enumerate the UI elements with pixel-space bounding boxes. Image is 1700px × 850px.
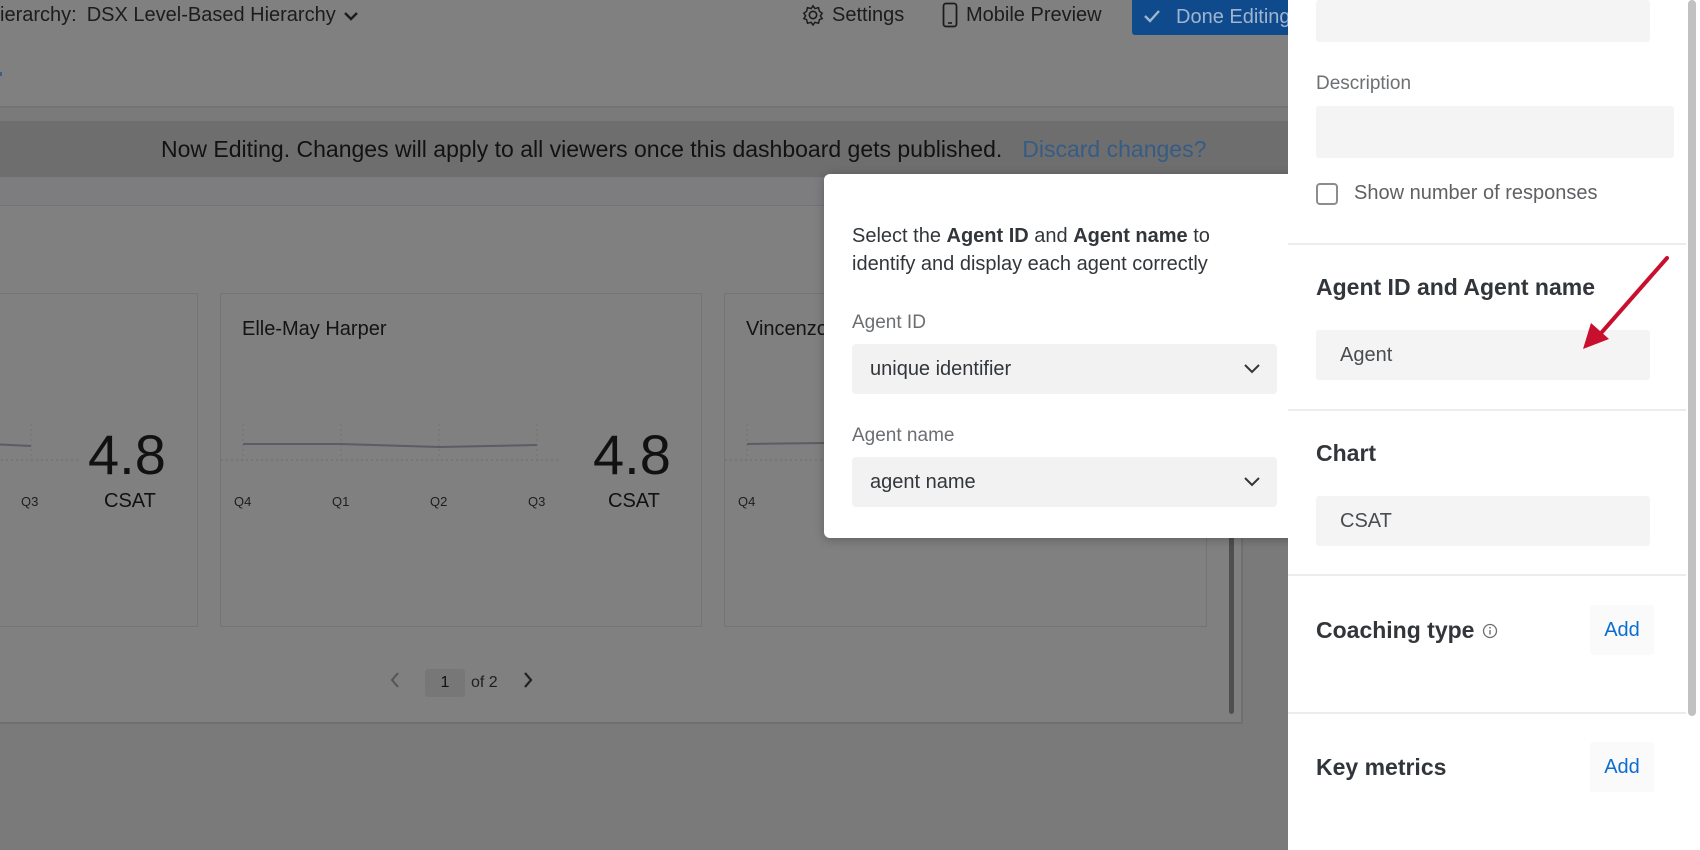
discard-changes-link[interactable]: Discard changes?	[1022, 136, 1206, 163]
sparkline-chart	[725, 424, 825, 461]
mobile-preview-label: Mobile Preview	[966, 3, 1102, 26]
done-editing-label: Done Editing	[1176, 6, 1291, 28]
intro-bold-agent-name: Agent name	[1073, 225, 1188, 247]
agent-id-value: unique identifier	[870, 357, 1012, 380]
key-metrics-title: Key metrics	[1316, 754, 1447, 780]
quarter-label: Q2	[430, 494, 448, 509]
panel-scrollbar[interactable]	[1688, 0, 1696, 716]
quarter-label: Q3	[528, 494, 546, 509]
widget-settings-panel: Description Show number of responses Age…	[1288, 0, 1700, 850]
chevron-right-icon[interactable]	[518, 671, 538, 695]
pagination: 1 of 2	[385, 668, 538, 698]
edit-mode-message: Now Editing. Changes will apply to all v…	[161, 135, 1003, 162]
chart-field-button[interactable]: CSAT	[1316, 496, 1650, 546]
title-input[interactable]	[1316, 0, 1650, 42]
agent-name-select[interactable]: agent name	[852, 457, 1277, 507]
hierarchy-label: ierarchy:	[0, 3, 77, 26]
intro-text: and	[1028, 225, 1074, 247]
intro-bold-agent-id: Agent ID	[946, 225, 1029, 247]
csat-score: 4.8	[593, 423, 671, 486]
gear-icon	[802, 4, 824, 26]
sparkline-chart	[221, 424, 561, 461]
csat-label: CSAT	[608, 490, 660, 512]
dashboard-header: ierarchy: DSX Level-Based Hierarchy Sett…	[0, 0, 1292, 108]
agent-name-label: Agent name	[852, 425, 955, 446]
show-responses-checkbox[interactable]: Show number of responses	[1316, 182, 1597, 205]
description-label: Description	[1316, 73, 1412, 94]
popover-instructions: Select the Agent ID and Agent name to id…	[852, 222, 1272, 278]
info-icon[interactable]	[1482, 618, 1498, 645]
checkmark-icon	[1144, 7, 1168, 28]
mobile-phone-icon	[942, 2, 958, 28]
agent-section-title: Agent ID and Agent name	[1316, 274, 1595, 300]
divider	[1288, 574, 1686, 576]
key-metrics-add-button[interactable]: Add	[1590, 742, 1654, 792]
quarter-label: Q4	[234, 494, 252, 509]
chart-section-title: Chart	[1316, 440, 1377, 466]
chevron-down-icon	[343, 5, 358, 26]
settings-button[interactable]: Settings	[802, 0, 904, 30]
chevron-left-icon[interactable]	[385, 671, 405, 695]
chevron-down-icon	[1243, 471, 1261, 497]
back-link-fragment[interactable]	[0, 72, 4, 76]
done-editing-button[interactable]: Done Editing	[1132, 0, 1292, 35]
agent-card[interactable]: Elle-May Harper Q4 Q1 Q2 Q3 4.8 CSAT	[220, 293, 702, 627]
agent-id-select[interactable]: unique identifier	[852, 344, 1277, 394]
agent-id-label: Agent ID	[852, 312, 926, 333]
settings-label: Settings	[832, 3, 905, 26]
hierarchy-selector[interactable]: ierarchy: DSX Level-Based Hierarchy	[0, 0, 358, 30]
mobile-preview-button[interactable]: Mobile Preview	[942, 0, 1102, 30]
agent-name: Vincenzo	[746, 318, 828, 340]
divider	[1288, 712, 1686, 714]
agent-name-value: agent name	[870, 470, 976, 493]
divider	[1288, 409, 1686, 411]
description-input[interactable]	[1316, 106, 1674, 158]
quarter-label: Q4	[738, 494, 756, 509]
agent-mapping-popover: Select the Agent ID and Agent name to id…	[824, 174, 1319, 538]
coaching-type-label: Coaching type	[1316, 617, 1475, 643]
edit-mode-banner: Now Editing. Changes will apply to all v…	[0, 121, 1288, 177]
coaching-type-title: Coaching type	[1316, 617, 1498, 645]
divider	[1288, 243, 1686, 245]
agent-card[interactable]: Q3 4.8 CSAT	[0, 293, 198, 627]
chevron-down-icon	[1243, 358, 1261, 384]
intro-text: Select the	[852, 225, 947, 247]
quarter-label: Q3	[21, 494, 39, 509]
annotation-arrow-icon	[1583, 256, 1669, 349]
sparkline-chart	[0, 424, 81, 461]
csat-score: 4.8	[88, 423, 166, 486]
show-responses-label: Show number of responses	[1354, 182, 1598, 204]
page-count-label: of 2	[471, 674, 498, 691]
quarter-label: Q1	[332, 494, 350, 509]
checkbox-box[interactable]	[1316, 182, 1338, 205]
agent-name: Elle-May Harper	[242, 318, 387, 340]
csat-label: CSAT	[104, 490, 156, 512]
hierarchy-value: DSX Level-Based Hierarchy	[86, 3, 336, 26]
coaching-type-add-button[interactable]: Add	[1590, 605, 1654, 655]
page-number-input[interactable]: 1	[425, 669, 465, 697]
